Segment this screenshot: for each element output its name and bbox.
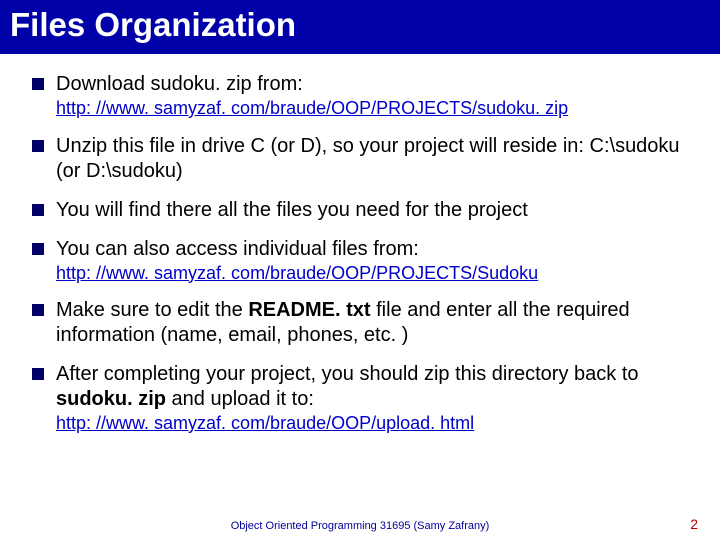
- bullet-text-pre: After completing your project, you shoul…: [56, 363, 639, 385]
- bullet-item: You will find there all the files you ne…: [32, 198, 688, 223]
- footer-course: Object Oriented Programming 31695 (Samy …: [0, 520, 720, 532]
- slide: Files Organization Download sudoku. zip …: [0, 0, 720, 540]
- bullet-text: Unzip this file in drive C (or D), so yo…: [56, 135, 680, 182]
- bullet-text: You can also access individual files fro…: [56, 238, 419, 260]
- bullet-item: Download sudoku. zip from: http: //www. …: [32, 72, 688, 120]
- footer: Object Oriented Programming 31695 (Samy …: [0, 520, 720, 532]
- bullet-item: Unzip this file in drive C (or D), so yo…: [32, 134, 688, 184]
- bullet-list: Download sudoku. zip from: http: //www. …: [32, 72, 688, 435]
- download-link[interactable]: http: //www. samyzaf. com/braude/OOP/PRO…: [56, 98, 568, 118]
- bullet-text-pre: Make sure to edit the: [56, 299, 248, 321]
- bullet-item: After completing your project, you shoul…: [32, 362, 688, 435]
- individual-files-link[interactable]: http: //www. samyzaf. com/braude/OOP/PRO…: [56, 263, 538, 283]
- bullet-text: Download sudoku. zip from:: [56, 73, 303, 95]
- readme-filename: README. txt: [248, 299, 370, 321]
- content-area: Download sudoku. zip from: http: //www. …: [0, 54, 720, 435]
- title-bar: Files Organization: [0, 0, 720, 54]
- bullet-item: Make sure to edit the README. txt file a…: [32, 298, 688, 348]
- slide-title: Files Organization: [10, 6, 710, 44]
- upload-link[interactable]: http: //www. samyzaf. com/braude/OOP/upl…: [56, 413, 474, 433]
- page-number: 2: [690, 516, 698, 532]
- bullet-item: You can also access individual files fro…: [32, 237, 688, 285]
- bullet-text: You will find there all the files you ne…: [56, 199, 528, 221]
- zip-filename: sudoku. zip: [56, 388, 166, 410]
- bullet-text-post: and upload it to:: [166, 388, 314, 410]
